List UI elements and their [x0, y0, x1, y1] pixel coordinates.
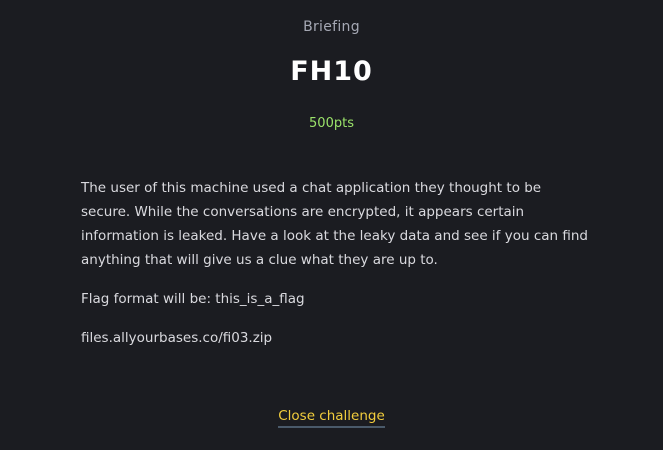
challenge-category: Briefing [303, 19, 360, 35]
flag-format-text: Flag format will be: this_is_a_flag [81, 291, 305, 307]
close-button-container: Close challenge [0, 405, 663, 428]
challenge-title: FH10 [290, 56, 373, 87]
challenge-file-link[interactable]: files.allyourbases.co/fi03.zip [81, 326, 272, 350]
close-challenge-button[interactable]: Close challenge [278, 408, 385, 428]
challenge-description: The user of this machine used a chat app… [81, 180, 588, 268]
challenge-points: 500pts [309, 116, 354, 131]
